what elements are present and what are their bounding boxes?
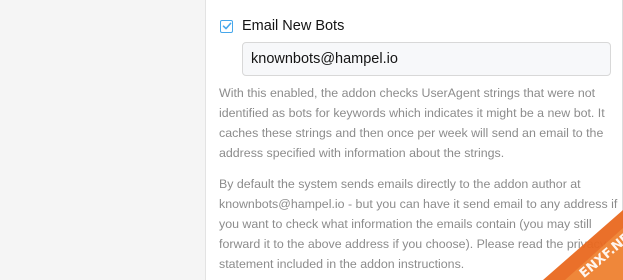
email-new-bots-checkbox[interactable] [220, 19, 233, 33]
watermark-badge-icon: ENXF.NET [543, 210, 623, 280]
email-address-input[interactable] [242, 42, 611, 76]
option-explain-paragraph: With this enabled, the addon checks User… [219, 86, 605, 160]
watermark-logo: ENXF.NET [503, 200, 623, 280]
email-new-bots-label[interactable]: Email New Bots [242, 16, 344, 36]
options-page: Email New Bots With this enabled, the ad… [0, 0, 623, 280]
label-column [0, 0, 206, 280]
email-new-bots-option[interactable]: Email New Bots [220, 16, 344, 36]
check-icon [222, 22, 231, 30]
